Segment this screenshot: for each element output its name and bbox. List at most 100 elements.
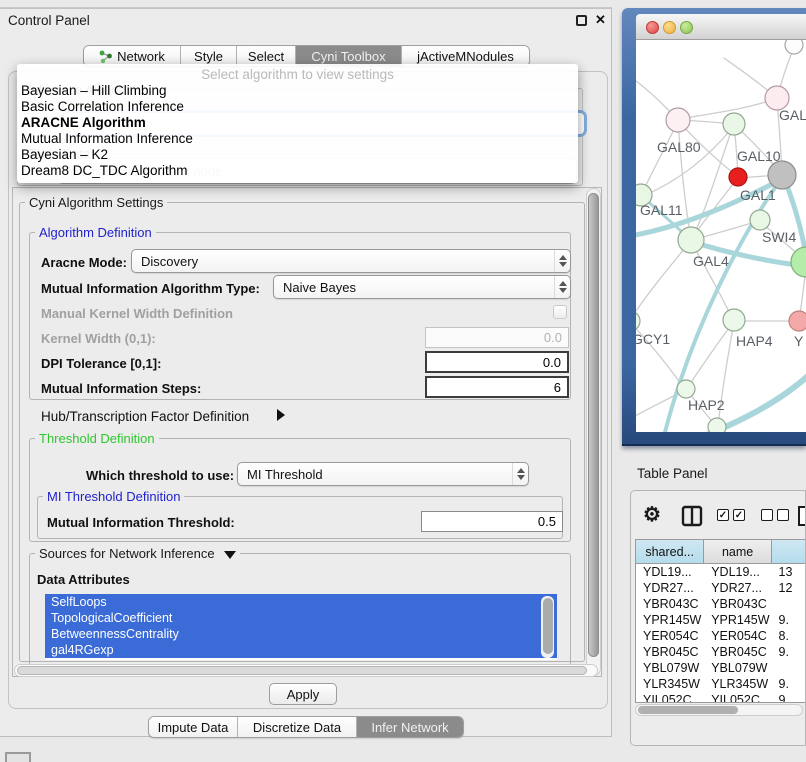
tab-discretize-data[interactable]: Discretize Data <box>237 717 356 737</box>
triangle-right-icon[interactable] <box>277 409 285 421</box>
table-row[interactable]: YBL079WYBL079W <box>636 660 806 676</box>
data-attributes-list[interactable]: SelfLoopsTopologicalCoefficientBetweenne… <box>45 594 557 660</box>
hub-definition-label[interactable]: Hub/Transcription Factor Definition <box>41 409 249 424</box>
table-row[interactable]: YLR345WYLR345W9. <box>636 676 806 692</box>
network-window-titlebar[interactable] <box>636 14 806 40</box>
select-all-checkboxes-icon[interactable]: ✓✓ <box>717 509 745 521</box>
sources-title[interactable]: Sources for Network Inference <box>35 546 240 561</box>
popup-item[interactable]: Dream8 DC_TDC Algorithm <box>17 163 578 179</box>
kernel-width-field[interactable]: 0.0 <box>425 327 569 348</box>
network-node-hap4[interactable] <box>723 309 745 331</box>
node-label: Y <box>794 333 804 349</box>
settings-scroll-area[interactable]: Cyni Algorithm Settings Algorithm Defini… <box>12 187 602 677</box>
network-node[interactable] <box>708 418 726 432</box>
table-row[interactable]: YDL19...YDL19...13 <box>636 564 806 580</box>
table-row[interactable]: YER054CYER054C8. <box>636 628 806 644</box>
data-attribute-item[interactable]: SelfLoops <box>45 594 557 610</box>
float-panel-icon[interactable] <box>576 15 587 26</box>
network-canvas[interactable]: GALGAL80GAL10GAL1GAL11GAL4SWI4GCY1HAP4YH… <box>636 40 806 432</box>
table-cell: YDR27... <box>704 580 771 596</box>
manual-kernel-checkbox[interactable] <box>553 305 567 319</box>
table-cell: 9. <box>772 644 806 660</box>
network-node[interactable] <box>768 161 796 189</box>
cyni-mode-tabs: Impute DataDiscretize DataInfer Network <box>148 716 464 738</box>
column-header-name[interactable]: name <box>704 540 772 564</box>
table-cell: YBR045C <box>636 644 704 660</box>
table-body: YDL19...YDL19...13YDR27...YDR27...12YBR0… <box>636 564 806 703</box>
network-node-gal10[interactable] <box>723 113 745 135</box>
popup-item[interactable]: ARACNE Algorithm <box>17 115 578 131</box>
which-threshold-combo[interactable]: MI Threshold <box>237 462 529 486</box>
table-row[interactable]: YDR27...YDR27...12 <box>636 580 806 596</box>
popup-item[interactable]: Bayesian – K2 <box>17 147 578 163</box>
aracne-mode-combo[interactable]: Discovery <box>131 249 571 273</box>
tab-infer-network[interactable]: Infer Network <box>356 717 463 737</box>
network-graph: GALGAL80GAL10GAL1GAL11GAL4SWI4GCY1HAP4YH… <box>636 40 806 432</box>
table-horizontal-scrollbar[interactable] <box>635 704 803 716</box>
tab-network[interactable]: Network <box>84 46 180 66</box>
control-panel-title: Control Panel <box>8 13 90 28</box>
docked-panel-icon[interactable] <box>5 752 31 762</box>
column-header-shared[interactable]: shared... <box>636 540 704 564</box>
table-cell: YIL052C <box>636 692 704 703</box>
dpi-tolerance-value: 0.0 <box>543 355 561 370</box>
popup-item[interactable]: Basic Correlation Inference <box>17 99 578 115</box>
network-node-hap2[interactable] <box>677 380 695 398</box>
node-label: SWI4 <box>762 229 796 245</box>
network-view-window: GALGAL80GAL10GAL1GAL11GAL4SWI4GCY1HAP4YH… <box>622 8 806 446</box>
table-row[interactable]: YPR145WYPR145W9. <box>636 612 806 628</box>
table-cell: YLR345W <box>704 676 771 692</box>
tab-select[interactable]: Select <box>236 46 295 66</box>
tab-jactivemnodules[interactable]: jActiveMNodules <box>401 46 529 66</box>
network-node-y[interactable] <box>789 311 806 331</box>
window-close-button[interactable] <box>646 21 659 34</box>
node-label: GAL10 <box>737 148 781 164</box>
node-label: GAL11 <box>640 202 683 218</box>
network-node-gal80[interactable] <box>666 108 690 132</box>
table-cell: YLR345W <box>636 676 704 692</box>
popup-item[interactable]: Mutual Information Inference <box>17 131 578 147</box>
columns-icon[interactable] <box>681 505 703 527</box>
mi-steps-label: Mutual Information Steps: <box>41 381 201 396</box>
tab-label: Cyni Toolbox <box>311 49 385 64</box>
vertical-scrollbar[interactable] <box>586 188 601 676</box>
cyni-algorithm-settings-title: Cyni Algorithm Settings <box>25 195 167 210</box>
page-icon[interactable] <box>797 505 806 527</box>
network-node-gal1[interactable] <box>729 168 747 186</box>
horizontal-scrollbar[interactable] <box>14 664 598 677</box>
deselect-all-checkboxes-icon[interactable] <box>761 509 789 521</box>
node-label: GAL4 <box>693 253 729 269</box>
popup-items: Bayesian – Hill ClimbingBasic Correlatio… <box>17 83 578 179</box>
algorithm-popup-list: Select algorithm to view settings Bayesi… <box>17 64 578 183</box>
tab-cyni-toolbox[interactable]: Cyni Toolbox <box>295 46 401 66</box>
table-row[interactable]: YBR043CYBR043C <box>636 596 806 612</box>
data-attribute-item[interactable]: BetweennessCentrality <box>45 626 557 642</box>
column-header[interactable] <box>772 540 806 564</box>
chevron-updown-icon <box>554 276 570 298</box>
table-row[interactable]: YBR045CYBR045C9. <box>636 644 806 660</box>
network-node[interactable] <box>791 247 806 277</box>
tab-style[interactable]: Style <box>180 46 236 66</box>
table-cell: YBR043C <box>636 596 704 612</box>
gear-icon[interactable]: ⚙ <box>643 502 661 528</box>
close-icon[interactable]: ✕ <box>595 12 606 28</box>
mi-threshold-field[interactable]: 0.5 <box>421 511 563 532</box>
table-row[interactable]: YIL052CYIL052C9 <box>636 692 806 703</box>
list-scrollbar[interactable] <box>541 596 554 658</box>
popup-item[interactable]: Bayesian – Hill Climbing <box>17 83 578 99</box>
window-zoom-button[interactable] <box>680 21 693 34</box>
network-node-swi4[interactable] <box>750 210 770 230</box>
window-minimize-button[interactable] <box>663 21 676 34</box>
data-attribute-item[interactable]: TopologicalCoefficient <box>45 610 557 626</box>
dpi-tolerance-field[interactable]: 0.0 <box>425 351 569 373</box>
network-node-gcy1[interactable] <box>636 311 640 331</box>
tab-impute-data[interactable]: Impute Data <box>149 717 237 737</box>
data-attribute-item[interactable]: gal4RGexp <box>45 642 557 658</box>
mi-steps-field[interactable]: 6 <box>425 376 569 398</box>
network-node-gal4[interactable] <box>678 227 704 253</box>
network-node[interactable] <box>785 40 803 54</box>
mi-type-combo[interactable]: Naive Bayes <box>273 275 571 299</box>
table-cell <box>772 660 806 676</box>
aracne-mode-label: Aracne Mode: <box>41 255 127 270</box>
apply-button[interactable]: Apply <box>269 683 337 705</box>
